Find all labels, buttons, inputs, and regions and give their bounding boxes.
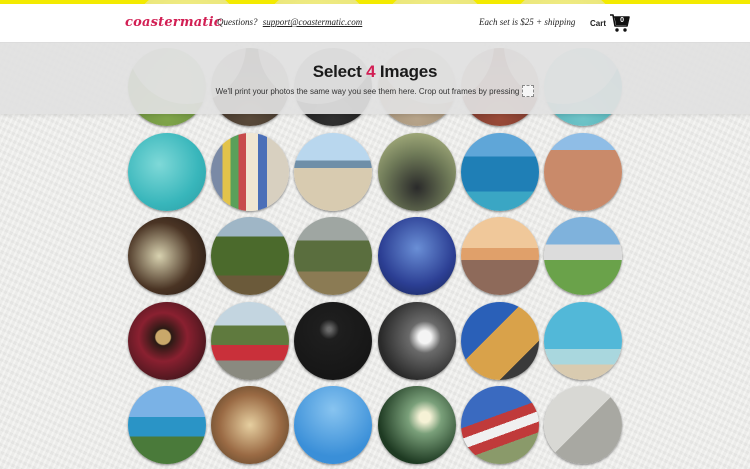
crop-frame-icon bbox=[522, 85, 535, 97]
photo-circle[interactable] bbox=[294, 133, 372, 211]
photo-thumbnail bbox=[128, 302, 206, 380]
photo-circle[interactable] bbox=[461, 302, 539, 380]
photo-thumbnail bbox=[378, 133, 456, 211]
photo-thumbnail bbox=[461, 133, 539, 211]
photo-circle[interactable] bbox=[128, 133, 206, 211]
photo-circle[interactable] bbox=[294, 302, 372, 380]
photo-thumbnail bbox=[294, 217, 372, 295]
photo-thumbnail bbox=[544, 217, 622, 295]
photo-thumbnail bbox=[378, 386, 456, 464]
logo[interactable]: coastermatic bbox=[125, 15, 222, 30]
cart-icon: 0 bbox=[609, 13, 631, 33]
photo-circle[interactable] bbox=[461, 133, 539, 211]
photo-circle[interactable] bbox=[378, 133, 456, 211]
photo-circle[interactable] bbox=[211, 386, 289, 464]
photo-circle[interactable] bbox=[211, 302, 289, 380]
photo-thumbnail bbox=[378, 217, 456, 295]
cart-count: 0 bbox=[620, 17, 624, 24]
photo-circle[interactable] bbox=[544, 386, 622, 464]
pricing-note: Each set is $25 + shipping bbox=[479, 17, 576, 27]
photo-circle[interactable] bbox=[128, 302, 206, 380]
subtitle-text: We'll print your photos the same way you… bbox=[215, 87, 520, 97]
photo-thumbnail bbox=[461, 302, 539, 380]
photo-circle[interactable] bbox=[378, 217, 456, 295]
photo-thumbnail bbox=[544, 133, 622, 211]
title-count: 4 bbox=[366, 62, 376, 81]
photo-circle[interactable] bbox=[461, 386, 539, 464]
photo-thumbnail bbox=[211, 386, 289, 464]
photo-circle[interactable] bbox=[211, 133, 289, 211]
cart-button[interactable]: Cart 0 bbox=[590, 13, 631, 33]
support-contact: Questions? support@coastermatic.com bbox=[217, 17, 362, 27]
support-email-link[interactable]: support@coastermatic.com bbox=[263, 17, 363, 27]
photo-thumbnail bbox=[211, 217, 289, 295]
photo-circle[interactable] bbox=[211, 217, 289, 295]
page-title: Select 4 Images bbox=[0, 62, 750, 82]
photo-thumbnail bbox=[544, 386, 622, 464]
title-suffix: Images bbox=[375, 62, 438, 81]
cart-label: Cart bbox=[590, 18, 607, 28]
photo-circle[interactable] bbox=[461, 217, 539, 295]
banner-subtitle: We'll print your photos the same way you… bbox=[0, 85, 750, 98]
questions-label: Questions? bbox=[217, 17, 258, 27]
photo-thumbnail bbox=[461, 217, 539, 295]
photo-circle[interactable] bbox=[544, 217, 622, 295]
photo-thumbnail bbox=[461, 386, 539, 464]
photo-circle[interactable] bbox=[378, 386, 456, 464]
photo-thumbnail bbox=[211, 302, 289, 380]
photo-circle[interactable] bbox=[544, 302, 622, 380]
selection-banner: Select 4 Images We'll print your photos … bbox=[0, 42, 750, 114]
photo-thumbnail bbox=[128, 386, 206, 464]
photo-thumbnail bbox=[128, 217, 206, 295]
photo-thumbnail bbox=[294, 386, 372, 464]
photo-circle[interactable] bbox=[128, 217, 206, 295]
photo-thumbnail bbox=[211, 133, 289, 211]
photo-circle[interactable] bbox=[294, 386, 372, 464]
photo-circle[interactable] bbox=[544, 133, 622, 211]
title-prefix: Select bbox=[312, 62, 367, 81]
photo-thumbnail bbox=[378, 302, 456, 380]
photo-thumbnail bbox=[128, 133, 206, 211]
photo-thumbnail bbox=[544, 302, 622, 380]
photo-circle[interactable] bbox=[128, 386, 206, 464]
photo-thumbnail bbox=[294, 302, 372, 380]
photo-circle[interactable] bbox=[378, 302, 456, 380]
photo-thumbnail bbox=[294, 133, 372, 211]
site-header: coastermatic Questions? support@coasterm… bbox=[0, 4, 750, 43]
photo-circle[interactable] bbox=[294, 217, 372, 295]
